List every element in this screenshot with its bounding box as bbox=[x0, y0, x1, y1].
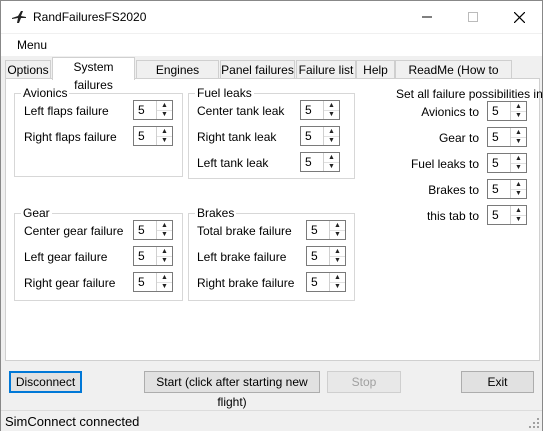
avionics-group-title: Avionics bbox=[21, 86, 70, 100]
spin-down-icon[interactable]: ▼ bbox=[330, 282, 345, 291]
right-brake-spinner[interactable]: 5 ▲ ▼ bbox=[306, 272, 346, 292]
left-gear-label: Left gear failure bbox=[24, 250, 108, 264]
set-brakes-spinner[interactable]: 5 ▲ ▼ bbox=[487, 179, 527, 199]
spin-down-icon[interactable]: ▼ bbox=[511, 215, 526, 224]
gear-group-title: Gear bbox=[21, 206, 52, 220]
minimize-icon bbox=[422, 16, 432, 18]
center-tank-spinner[interactable]: 5 ▲ ▼ bbox=[300, 100, 340, 120]
total-brake-spinner[interactable]: 5 ▲ ▼ bbox=[306, 220, 346, 240]
minimize-button[interactable] bbox=[404, 1, 450, 33]
tab-help[interactable]: Help bbox=[356, 60, 395, 79]
set-brakes-label: Brakes to bbox=[428, 183, 479, 197]
spin-down-icon[interactable]: ▼ bbox=[157, 282, 172, 291]
total-brake-label: Total brake failure bbox=[197, 224, 292, 238]
spin-down-icon[interactable]: ▼ bbox=[157, 136, 172, 145]
left-flaps-spinner[interactable]: 5 ▲ ▼ bbox=[133, 100, 173, 120]
resize-grip-icon[interactable] bbox=[528, 417, 540, 429]
set-fuel-leaks-spinner[interactable]: 5 ▲ ▼ bbox=[487, 153, 527, 173]
gear-group: Gear Center gear failure 5 ▲ ▼ Left gear … bbox=[14, 206, 183, 301]
tab-panel-failures[interactable]: Panel failures bbox=[220, 60, 295, 79]
title-bar[interactable]: RandFailuresFS2020 bbox=[1, 1, 542, 33]
right-flaps-label: Right flaps failure bbox=[24, 130, 117, 144]
disconnect-button[interactable]: Disconnect bbox=[9, 371, 82, 393]
left-tank-spinner[interactable]: 5 ▲ ▼ bbox=[300, 152, 340, 172]
right-tank-spinner[interactable]: 5 ▲ ▼ bbox=[300, 126, 340, 146]
tab-readme[interactable]: ReadMe (How to use) bbox=[395, 60, 512, 95]
maximize-icon bbox=[468, 12, 478, 22]
tab-system-failures[interactable]: System failures bbox=[52, 57, 135, 92]
set-gear-spinner[interactable]: 5 ▲ ▼ bbox=[487, 127, 527, 147]
spin-down-icon[interactable]: ▼ bbox=[330, 230, 345, 239]
left-tank-label: Left tank leak bbox=[197, 156, 269, 170]
right-tank-label: Right tank leak bbox=[197, 130, 277, 144]
set-avionics-spinner[interactable]: 5 ▲ ▼ bbox=[487, 101, 527, 121]
app-window: RandFailuresFS2020 Menu Options System f… bbox=[0, 0, 543, 431]
spin-down-icon[interactable]: ▼ bbox=[157, 230, 172, 239]
set-all-heading: Set all failure possibilities in bbox=[396, 87, 543, 101]
center-gear-label: Center gear failure bbox=[24, 224, 124, 238]
tab-options[interactable]: Options bbox=[5, 60, 51, 79]
spin-down-icon[interactable]: ▼ bbox=[511, 189, 526, 198]
spin-down-icon[interactable]: ▼ bbox=[511, 163, 526, 172]
left-brake-spinner[interactable]: 5 ▲ ▼ bbox=[306, 246, 346, 266]
right-gear-spinner[interactable]: 5 ▲ ▼ bbox=[133, 272, 173, 292]
center-gear-spinner[interactable]: 5 ▲ ▼ bbox=[133, 220, 173, 240]
left-brake-label: Left brake failure bbox=[197, 250, 287, 264]
menu-item-menu[interactable]: Menu bbox=[17, 38, 47, 52]
center-tank-label: Center tank leak bbox=[197, 104, 285, 118]
spin-down-icon[interactable]: ▼ bbox=[324, 110, 339, 119]
menu-bar: Menu bbox=[1, 34, 542, 56]
left-flaps-label: Left flaps failure bbox=[24, 104, 109, 118]
window-title: RandFailuresFS2020 bbox=[33, 10, 147, 24]
airplane-icon bbox=[12, 11, 26, 23]
set-this-tab-spinner[interactable]: 5 ▲ ▼ bbox=[487, 205, 527, 225]
close-icon bbox=[513, 11, 525, 23]
spin-down-icon[interactable]: ▼ bbox=[157, 256, 172, 265]
system-failures-panel: Avionics Left flaps failure 5 ▲ ▼ Right f… bbox=[5, 78, 543, 361]
left-gear-spinner[interactable]: 5 ▲ ▼ bbox=[133, 246, 173, 266]
status-text: SimConnect connected bbox=[5, 414, 140, 429]
spin-down-icon[interactable]: ▼ bbox=[330, 256, 345, 265]
set-this-tab-label: this tab to bbox=[426, 209, 479, 223]
exit-button[interactable]: Exit bbox=[461, 371, 534, 393]
avionics-group: Avionics Left flaps failure 5 ▲ ▼ Right f… bbox=[14, 86, 183, 177]
fuel-leaks-group-title: Fuel leaks bbox=[195, 86, 254, 100]
status-bar: SimConnect connected bbox=[1, 410, 542, 431]
close-button[interactable] bbox=[496, 1, 542, 33]
brakes-group: Brakes Total brake failure 5 ▲ ▼ Left bra… bbox=[188, 206, 355, 301]
brakes-group-title: Brakes bbox=[195, 206, 237, 220]
right-flaps-spinner[interactable]: 5 ▲ ▼ bbox=[133, 126, 173, 146]
set-avionics-label: Avionics to bbox=[421, 105, 479, 119]
stop-button[interactable]: Stop bbox=[327, 371, 401, 393]
maximize-button[interactable] bbox=[450, 1, 496, 33]
right-gear-label: Right gear failure bbox=[24, 276, 116, 290]
spin-down-icon[interactable]: ▼ bbox=[511, 111, 526, 120]
spin-down-icon[interactable]: ▼ bbox=[324, 162, 339, 171]
fuel-leaks-group: Fuel leaks Center tank leak 5 ▲ ▼ Right t… bbox=[188, 86, 355, 179]
set-fuel-leaks-label: Fuel leaks to bbox=[410, 157, 479, 171]
spin-down-icon[interactable]: ▼ bbox=[511, 137, 526, 146]
spin-down-icon[interactable]: ▼ bbox=[324, 136, 339, 145]
start-button[interactable]: Start (click after starting new flight) bbox=[144, 371, 320, 409]
tab-failure-list[interactable]: Failure list bbox=[296, 60, 356, 79]
set-gear-label: Gear to bbox=[438, 131, 479, 145]
tab-engines-failures[interactable]: Engines failures bbox=[136, 60, 219, 95]
right-brake-label: Right brake failure bbox=[197, 276, 295, 290]
spin-down-icon[interactable]: ▼ bbox=[157, 110, 172, 119]
